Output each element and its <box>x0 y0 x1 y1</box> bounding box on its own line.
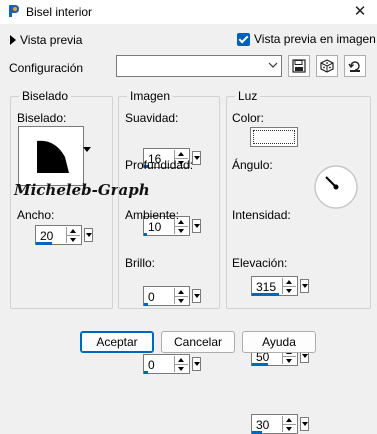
stepper-down-icon[interactable] <box>283 425 296 433</box>
preview-toggle[interactable]: Vista previa <box>10 33 82 47</box>
brillo-value: 0 <box>148 358 155 372</box>
stepper-up-icon[interactable] <box>175 356 188 365</box>
intensidad-label: Intensidad: <box>232 208 291 222</box>
ambiente-stepper[interactable] <box>174 288 188 304</box>
suavidad-slider-popup-icon[interactable] <box>192 151 201 165</box>
stepper-up-icon[interactable] <box>283 278 296 287</box>
bevel-shape-icon <box>37 140 69 173</box>
imagen-group: Imagen <box>118 89 220 309</box>
light-color-swatch[interactable] <box>250 127 298 147</box>
chevron-down-icon <box>268 62 278 68</box>
preview-toggle-label: Vista previa <box>20 33 83 47</box>
brillo-label: Brillo: <box>125 256 156 270</box>
brillo-spinbox[interactable]: 0 <box>143 354 201 374</box>
ambiente-label: Ambiente: <box>125 208 180 222</box>
elevacion-value: 30 <box>256 418 270 432</box>
imagen-legend: Imagen <box>127 89 174 103</box>
save-preset-button[interactable] <box>288 55 310 77</box>
bevel-dropdown-arrow-icon[interactable] <box>80 126 94 172</box>
image-preview-checkbox[interactable]: Vista previa en imagen <box>237 32 376 46</box>
stepper-down-icon[interactable] <box>175 297 188 305</box>
elevacion-slider-popup-icon[interactable] <box>300 417 309 431</box>
stepper-down-icon[interactable] <box>283 357 296 365</box>
angulo-value: 315 <box>256 280 277 294</box>
profundidad-label: Profundidad: <box>125 158 194 172</box>
width-slider-popup-icon[interactable] <box>84 228 93 242</box>
width-spinbox[interactable]: 20 <box>35 225 93 245</box>
width-stepper[interactable] <box>66 227 80 243</box>
ambiente-value: 0 <box>148 290 155 304</box>
width-value: 20 <box>40 229 54 243</box>
angulo-stepper[interactable] <box>282 278 296 294</box>
profundidad-slider-popup-icon[interactable] <box>192 219 201 233</box>
stepper-up-icon[interactable] <box>175 288 188 297</box>
suavidad-label: Suavidad: <box>125 111 179 125</box>
elevacion-spinbox[interactable]: 30 <box>251 414 309 434</box>
stepper-up-icon[interactable] <box>67 227 80 236</box>
stepper-down-icon[interactable] <box>175 227 188 235</box>
window-title: Bisel interior <box>26 5 93 19</box>
elevacion-stepper[interactable] <box>282 416 296 432</box>
stepper-up-icon[interactable] <box>283 416 296 425</box>
cancel-button[interactable]: Cancelar <box>161 331 235 353</box>
brillo-stepper[interactable] <box>174 356 188 372</box>
ok-button[interactable]: Aceptar <box>80 331 154 353</box>
dice-icon <box>320 59 334 73</box>
bevel-label: Biselado: <box>17 111 67 125</box>
help-button[interactable]: Ayuda <box>242 331 316 353</box>
close-icon[interactable]: ✕ <box>351 2 369 20</box>
width-progress <box>36 242 52 245</box>
elevacion-label: Elevación: <box>232 256 288 270</box>
ambiente-slider-popup-icon[interactable] <box>192 289 201 303</box>
image-preview-label: Vista previa en imagen <box>254 32 376 46</box>
profundidad-progress <box>144 233 148 236</box>
config-label: Configuración <box>9 61 84 75</box>
checkbox-checked-icon[interactable] <box>237 32 250 46</box>
ambiente-spinbox[interactable]: 0 <box>143 286 201 306</box>
config-dropdown[interactable] <box>116 55 282 77</box>
biselado-legend: Biselado <box>19 89 72 103</box>
angulo-spinbox[interactable]: 315 <box>251 276 309 296</box>
save-icon <box>292 59 306 73</box>
intensidad-progress <box>252 363 268 366</box>
profundidad-value: 10 <box>148 220 162 234</box>
stepper-down-icon[interactable] <box>283 287 296 295</box>
color-swatch-fill <box>253 130 295 144</box>
triangle-right-icon <box>10 35 16 45</box>
angle-dial-icon[interactable] <box>313 164 359 210</box>
width-label: Ancho: <box>17 208 55 222</box>
angulo-label: Ángulo: <box>232 158 273 172</box>
reset-button[interactable] <box>344 55 366 77</box>
luz-legend: Luz <box>235 89 261 103</box>
angulo-slider-popup-icon[interactable] <box>300 279 309 293</box>
angulo-progress <box>252 293 280 296</box>
ambiente-progress <box>144 303 148 306</box>
color-label: Color: <box>232 111 265 125</box>
stepper-down-icon[interactable] <box>175 365 188 373</box>
brillo-slider-popup-icon[interactable] <box>192 357 201 371</box>
brillo-progress <box>144 371 148 374</box>
paintshop-app-icon <box>9 5 19 17</box>
reset-icon <box>348 61 360 72</box>
stepper-down-icon[interactable] <box>67 236 80 244</box>
randomize-button[interactable] <box>316 55 338 77</box>
bevel-shape-preview[interactable] <box>18 126 84 186</box>
